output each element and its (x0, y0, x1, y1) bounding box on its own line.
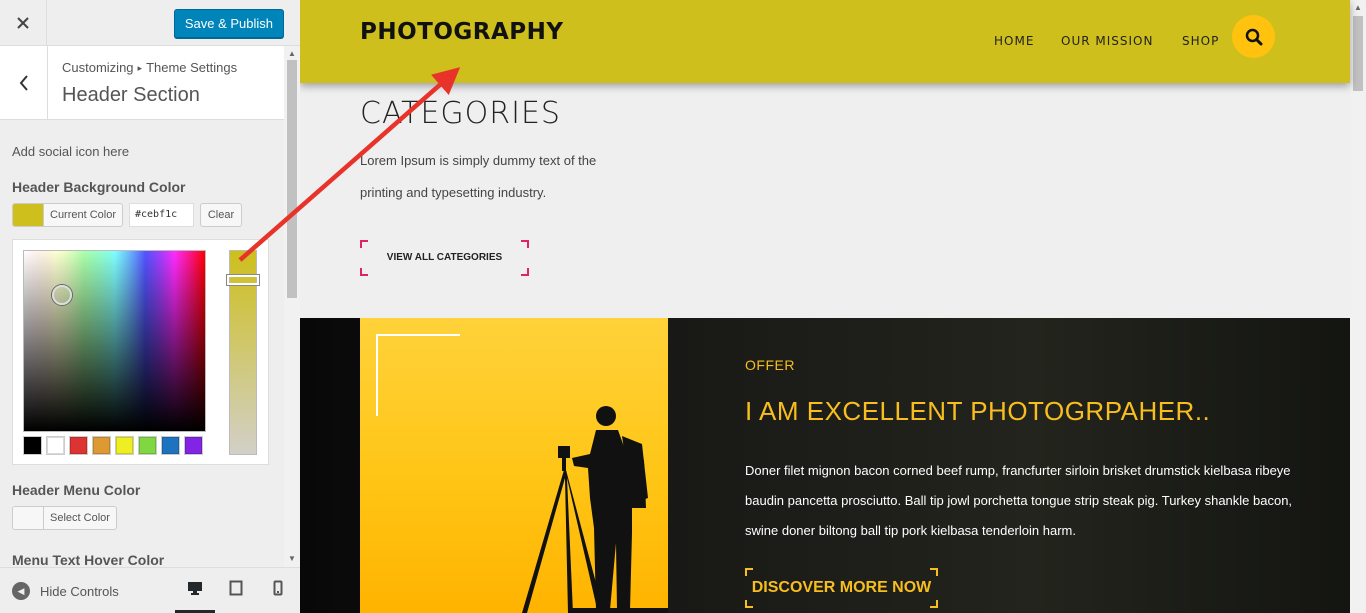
offer-section: OFFER I AM EXCELLENT PHOTOGRPAHER.. Done… (300, 318, 1350, 613)
desktop-icon (188, 582, 202, 595)
clear-color-button[interactable]: Clear (200, 203, 242, 227)
palette-swatch-red[interactable] (69, 436, 88, 455)
site-title[interactable]: PHOTOGRAPHY (360, 19, 564, 45)
preview-scrollbar[interactable]: ▲ (1350, 0, 1366, 613)
social-icon-hint: Add social icon here (12, 144, 130, 159)
nav-item-our-mission[interactable]: OUR MISSION (1061, 34, 1153, 48)
site-header: PHOTOGRAPHY HOME OUR MISSION SHOP (300, 0, 1350, 83)
menu-hover-color-label: Menu Text Hover Color (12, 552, 165, 567)
button-corner (521, 268, 529, 276)
categories-description: Lorem Ipsum is simply dummy text of the … (360, 153, 597, 200)
current-color-button[interactable]: Current Color (12, 203, 124, 227)
breadcrumb-parent: Theme Settings (146, 60, 238, 75)
scroll-up-arrow-icon[interactable]: ▲ (288, 49, 296, 58)
close-button[interactable] (0, 0, 47, 46)
menu-color-swatch (13, 507, 44, 529)
palette-swatch-yellow[interactable] (115, 436, 134, 455)
chevron-left-icon (19, 74, 28, 91)
current-color-label: Current Color (50, 209, 117, 221)
palette-swatch-green[interactable] (138, 436, 157, 455)
hue-slider[interactable] (227, 250, 259, 455)
current-color-swatch (13, 204, 44, 226)
button-corner (930, 600, 938, 608)
nav-item-home[interactable]: HOME (994, 34, 1034, 48)
button-corner (930, 568, 938, 576)
palette-swatch-purple[interactable] (184, 436, 203, 455)
collapse-icon: ◀ (12, 582, 30, 600)
save-publish-button[interactable]: Save & Publish (173, 9, 284, 38)
breadcrumb-root: Customizing (62, 60, 134, 75)
select-color-button[interactable]: Select Color (12, 506, 117, 530)
view-all-categories-button[interactable]: VIEW ALL CATEGORIES (360, 240, 529, 276)
nav-item-shop[interactable]: SHOP (1182, 34, 1219, 48)
device-tablet-button[interactable] (216, 580, 256, 613)
palette-swatch-blue[interactable] (161, 436, 180, 455)
search-icon (1245, 28, 1262, 45)
button-corner (745, 600, 753, 608)
select-color-label: Select Color (50, 512, 110, 524)
close-icon (17, 17, 29, 29)
customizer-sidebar: Save & Publish Customizing ▸ Theme Setting… (0, 0, 300, 613)
header-bg-color-label: Header Background Color (12, 179, 186, 195)
scroll-down-arrow-icon[interactable]: ▼ (288, 554, 296, 563)
breadcrumb-separator: ▸ (137, 63, 143, 73)
customizer-panel: Customizing ▸ Theme Settings Header Sectio… (0, 46, 284, 567)
discover-more-button[interactable]: DISCOVER MORE NOW (745, 568, 938, 608)
hex-color-input[interactable]: #cebf1c (129, 203, 194, 227)
back-button[interactable] (0, 46, 48, 119)
offer-body: Doner filet mignon bacon corned beef rum… (745, 463, 1293, 538)
photographer-image (360, 318, 668, 613)
hide-controls-button[interactable]: ◀ Hide Controls (12, 582, 119, 600)
header-menu-color-label: Header Menu Color (12, 482, 141, 498)
mobile-icon (273, 580, 283, 596)
scrollbar-thumb[interactable] (287, 60, 297, 298)
saturation-value-square[interactable] (23, 250, 206, 432)
breadcrumb: Customizing ▸ Theme Settings (62, 60, 237, 75)
hue-slider-handle[interactable] (227, 275, 259, 285)
palette-swatch-orange[interactable] (92, 436, 111, 455)
color-picker (12, 239, 269, 465)
site-preview: PHOTOGRAPHY HOME OUR MISSION SHOP CATEGO… (300, 0, 1366, 613)
palette-swatch-black[interactable] (23, 436, 42, 455)
button-corner (360, 268, 368, 276)
button-corner (745, 568, 753, 576)
view-all-categories-label: VIEW ALL CATEGORIES (386, 252, 503, 263)
section-header: Customizing ▸ Theme Settings Header Sectio… (0, 46, 284, 120)
customizer-header: Save & Publish (0, 0, 300, 46)
categories-title: CATEGORIES (360, 96, 561, 131)
hide-controls-label: Hide Controls (40, 583, 119, 599)
button-corner (360, 240, 368, 248)
offer-kicker: OFFER (745, 357, 795, 373)
device-desktop-button[interactable] (175, 580, 215, 613)
customizer-footer: ◀ Hide Controls (0, 567, 300, 613)
button-corner (521, 240, 529, 248)
scroll-up-arrow-icon[interactable]: ▲ (1354, 3, 1362, 12)
search-button[interactable] (1232, 15, 1275, 58)
palette-swatch-white[interactable] (46, 436, 65, 455)
scrollbar-thumb[interactable] (1353, 16, 1363, 91)
tablet-icon (229, 580, 243, 596)
color-picker-handle[interactable] (52, 285, 72, 305)
section-title: Header Section (62, 84, 200, 106)
sidebar-scrollbar[interactable]: ▲ ▼ (284, 46, 300, 567)
device-mobile-button[interactable] (258, 580, 298, 613)
color-palette (23, 436, 203, 455)
discover-more-label: DISCOVER MORE NOW (751, 579, 932, 596)
photographer-silhouette (522, 406, 668, 613)
offer-heading: I AM EXCELLENT PHOTOGRPAHER.. (745, 396, 1211, 426)
